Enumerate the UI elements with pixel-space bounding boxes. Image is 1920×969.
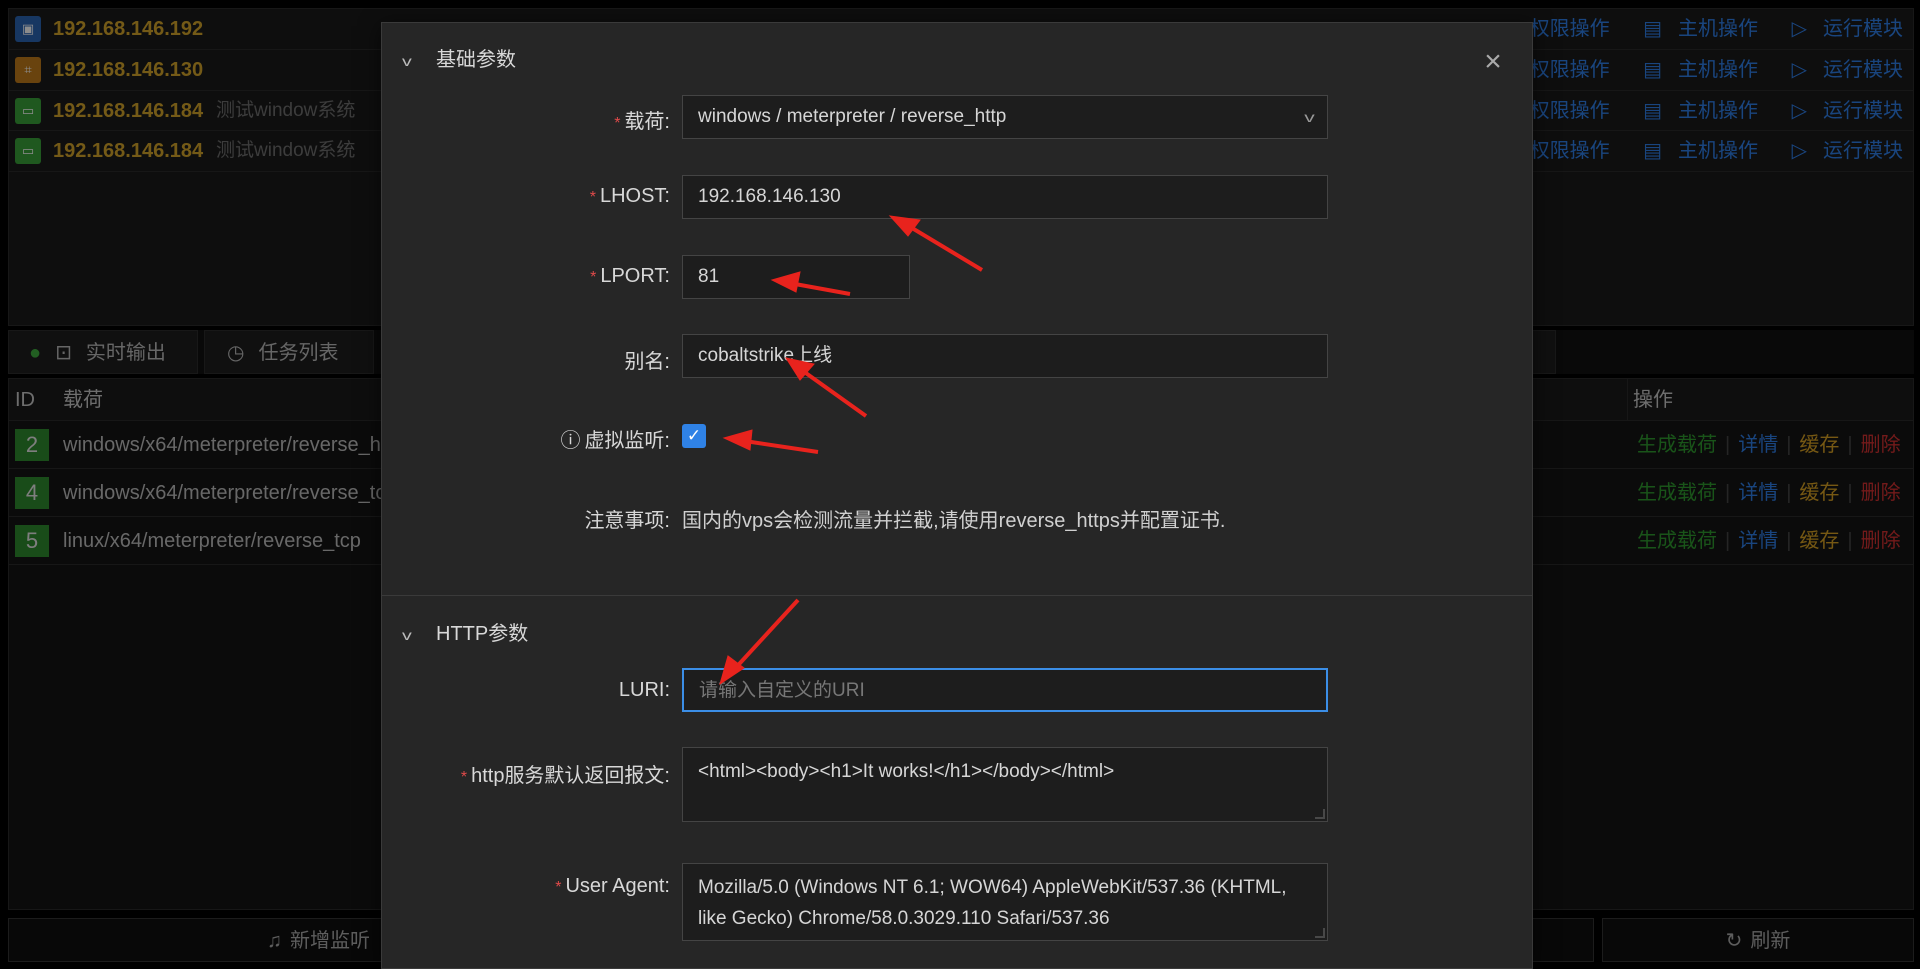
resize-handle-icon[interactable] (1315, 928, 1325, 938)
resize-handle-icon[interactable] (1315, 809, 1325, 819)
chevron-down-icon: v (402, 627, 412, 643)
listener-config-dialog: × v 基础参数 * 载荷: windows / meterpreter / rev… (381, 22, 1533, 969)
divider (382, 595, 1532, 596)
info-icon: ⓘ (560, 430, 581, 452)
chevron-down-icon: v (402, 53, 412, 69)
payload-select[interactable]: windows / meterpreter / reverse_http v (682, 95, 1328, 139)
close-icon[interactable]: × (1480, 47, 1506, 77)
http-response-textarea[interactable]: <html><body><h1>It works!</h1></body></h… (682, 747, 1328, 822)
chevron-down-icon: v (1304, 109, 1315, 125)
note-text: 国内的vps会检测流量并拦截,请使用reverse_https并配置证书. (682, 510, 1226, 532)
http-response-label: * http服务默认返回报文: (460, 765, 670, 787)
user-agent-textarea[interactable]: Mozilla/5.0 (Windows NT 6.1; WOW64) Appl… (682, 863, 1328, 941)
luri-label: LURI: (618, 679, 670, 701)
section-basic-params[interactable]: v 基础参数 (402, 43, 516, 72)
alias-label: 别名: (624, 351, 670, 373)
alias-input[interactable]: cobaltstrike上线 (682, 334, 1328, 378)
luri-input[interactable]: 请输入自定义的URI (682, 668, 1328, 712)
user-agent-label: * User Agent: (555, 875, 670, 897)
section-http-params[interactable]: v HTTP参数 (402, 617, 528, 646)
virtual-listen-label: ⓘ 虚拟监听: (560, 430, 670, 452)
lport-input[interactable]: 81 (682, 255, 910, 299)
lport-label: * LPORT: (590, 265, 670, 287)
payload-label: * 载荷: (614, 111, 670, 133)
lhost-label: * LHOST: (589, 185, 670, 207)
lhost-input[interactable]: 192.168.146.130 (682, 175, 1328, 219)
virtual-listen-checkbox[interactable]: ✓ (682, 424, 706, 448)
note-label: 注意事项: (584, 510, 670, 532)
luri-placeholder: 请输入自定义的URI (699, 680, 865, 701)
